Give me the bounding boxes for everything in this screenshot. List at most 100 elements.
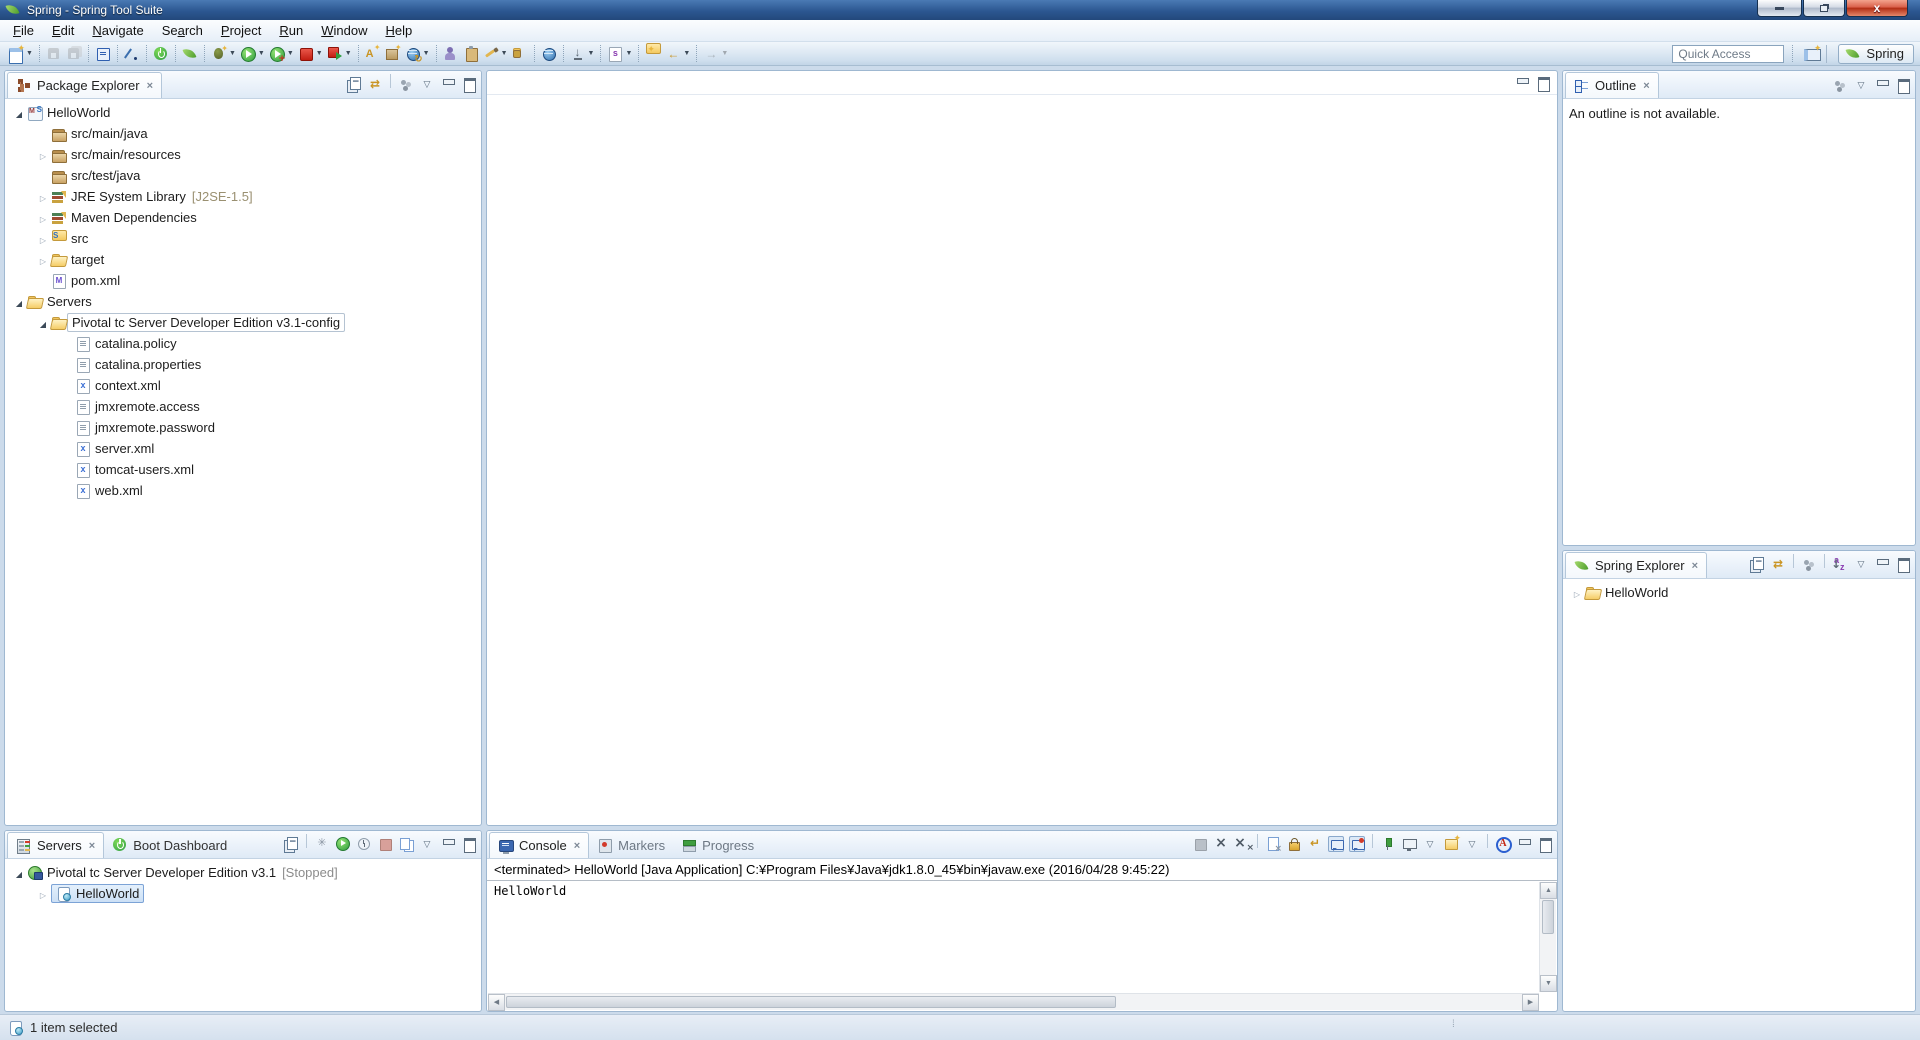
scroll-up-icon[interactable]: ▲: [1540, 882, 1557, 899]
tree-item-catalina-properties[interactable]: catalina.properties: [5, 354, 481, 375]
show-stderr-toggle[interactable]: [1349, 836, 1365, 852]
minimize-view-icon[interactable]: [440, 836, 456, 852]
coverage-button[interactable]: +▼: [267, 43, 296, 65]
tree-item-helloworld-project[interactable]: M HelloWorld: [5, 102, 481, 123]
tree-item-context-xml[interactable]: context.xml: [5, 375, 481, 396]
tree-item-src-test-java[interactable]: src/test/java: [5, 165, 481, 186]
debug-server-icon[interactable]: [314, 836, 330, 852]
window-minimize-button[interactable]: [1757, 0, 1802, 17]
link-with-editor-icon[interactable]: [1770, 556, 1786, 572]
menu-search[interactable]: Search: [153, 21, 212, 40]
scrollbar-thumb[interactable]: [1542, 900, 1554, 934]
tree-item-server-xml[interactable]: server.xml: [5, 438, 481, 459]
word-wrap-icon[interactable]: [1307, 836, 1323, 852]
pull-down-button[interactable]: ▼: [568, 43, 597, 65]
clear-console-icon[interactable]: [1265, 836, 1281, 852]
tree-item-catalina-policy[interactable]: catalina.policy: [5, 333, 481, 354]
minimize-view-icon[interactable]: [1516, 836, 1532, 852]
tree-item-servers[interactable]: Servers: [5, 291, 481, 312]
tree-item-jmxremote-password[interactable]: jmxremote.password: [5, 417, 481, 438]
deploy-button[interactable]: [441, 43, 461, 65]
tree-item-src[interactable]: src: [5, 228, 481, 249]
chevron-down-icon[interactable]: [419, 76, 435, 92]
toggle-mark-occurrences-button[interactable]: [122, 43, 142, 65]
menu-run[interactable]: Run: [270, 21, 312, 40]
remove-launch-icon[interactable]: [1213, 836, 1229, 852]
new-package-button[interactable]: [383, 43, 403, 65]
view-menu-icon[interactable]: [1801, 556, 1817, 572]
start-server-icon[interactable]: [335, 836, 351, 852]
tab-servers[interactable]: Servers ×: [7, 832, 104, 858]
tree-item-jmxremote-access[interactable]: jmxremote.access: [5, 396, 481, 417]
tab-package-explorer[interactable]: Package Explorer ×: [7, 72, 162, 98]
tree-item-target[interactable]: target: [5, 249, 481, 270]
menu-file[interactable]: File: [4, 21, 43, 40]
display-selected-console-icon[interactable]: [1401, 836, 1417, 852]
tab-console[interactable]: Console ×: [489, 832, 589, 858]
open-perspective-button[interactable]: [1801, 43, 1821, 65]
new-folder-button[interactable]: [643, 43, 663, 65]
tab-markers[interactable]: Markers: [589, 832, 673, 858]
minimize-view-icon[interactable]: [1874, 77, 1890, 93]
chevron-down-icon[interactable]: [1853, 77, 1869, 93]
expander-icon[interactable]: [35, 210, 51, 225]
scrollbar-thumb[interactable]: [506, 996, 1116, 1008]
tree-item-src-main-resources[interactable]: src/main/resources: [5, 144, 481, 165]
expander-icon[interactable]: [1569, 585, 1585, 600]
console-vertical-scrollbar[interactable]: ▲ ▼: [1539, 882, 1556, 992]
collapse-all-icon[interactable]: [1749, 556, 1765, 572]
tree-item-spring-helloworld[interactable]: HelloWorld: [1563, 582, 1915, 603]
sort-alphabetically-icon[interactable]: ↓z: [1832, 556, 1848, 572]
expander-icon[interactable]: [35, 189, 51, 204]
collapse-all-icon[interactable]: [346, 76, 362, 92]
expander-icon[interactable]: [35, 252, 51, 267]
save-all-button[interactable]: [64, 43, 84, 65]
back-button[interactable]: ←▼: [663, 43, 692, 65]
tree-item-server-helloworld[interactable]: HelloWorld: [5, 883, 481, 904]
close-tab-icon[interactable]: ×: [147, 80, 153, 92]
tree-item-src-main-java[interactable]: src/main/java: [5, 123, 481, 144]
tree-item-tomcat-users-xml[interactable]: tomcat-users.xml: [5, 459, 481, 480]
minimize-view-icon[interactable]: [1514, 75, 1530, 91]
view-menu-icon[interactable]: [1832, 77, 1848, 93]
close-tab-icon[interactable]: ×: [1692, 560, 1698, 572]
window-restore-button[interactable]: [1803, 0, 1845, 17]
expander-icon[interactable]: [11, 865, 27, 880]
expander-icon[interactable]: [35, 886, 51, 901]
tab-spring-explorer[interactable]: Spring Explorer ×: [1565, 552, 1707, 578]
chevron-down-icon[interactable]: [1464, 836, 1480, 852]
tab-outline[interactable]: Outline ×: [1565, 72, 1659, 98]
show-stdout-toggle[interactable]: [1328, 836, 1344, 852]
close-tab-icon[interactable]: ×: [89, 840, 95, 852]
terminate-icon[interactable]: [1192, 836, 1208, 852]
debug-button[interactable]: ▼: [209, 43, 238, 65]
maximize-view-icon[interactable]: [1895, 77, 1911, 93]
close-tab-icon[interactable]: ×: [1643, 80, 1649, 92]
start-profiling-icon[interactable]: [356, 836, 372, 852]
window-close-button[interactable]: x: [1846, 0, 1908, 17]
clipboard-button[interactable]: [461, 43, 481, 65]
spring-tools-button[interactable]: [180, 43, 200, 65]
stop-server-icon[interactable]: [377, 836, 393, 852]
tree-item-maven-dependencies[interactable]: Maven Dependencies: [5, 207, 481, 228]
tree-item-jre-system-library[interactable]: JRE System Library [J2SE-1.5]: [5, 186, 481, 207]
maximize-view-icon[interactable]: [461, 836, 477, 852]
tree-item-pivotal-server[interactable]: Pivotal tc Server Developer Edition v3.1…: [5, 862, 481, 883]
chevron-down-icon[interactable]: [1853, 556, 1869, 572]
new-java-type-button[interactable]: [363, 43, 383, 65]
spring-boot-button[interactable]: [151, 43, 171, 65]
expander-icon[interactable]: [35, 147, 51, 162]
expander-icon[interactable]: [35, 315, 51, 330]
new-wizard-button[interactable]: ▼: [6, 43, 35, 65]
scroll-down-icon[interactable]: ▼: [1540, 975, 1557, 992]
maximize-view-icon[interactable]: [1537, 836, 1553, 852]
chevron-down-icon[interactable]: [419, 836, 435, 852]
tab-boot-dashboard[interactable]: Boot Dashboard: [104, 832, 235, 858]
expander-icon[interactable]: [11, 105, 27, 120]
scroll-lock-icon[interactable]: [1286, 836, 1302, 852]
expander-icon[interactable]: [35, 231, 51, 246]
forward-button[interactable]: →▼: [701, 43, 730, 65]
menu-edit[interactable]: Edit: [43, 21, 83, 40]
link-with-editor-icon[interactable]: [367, 76, 383, 92]
menu-window[interactable]: Window: [312, 21, 376, 40]
